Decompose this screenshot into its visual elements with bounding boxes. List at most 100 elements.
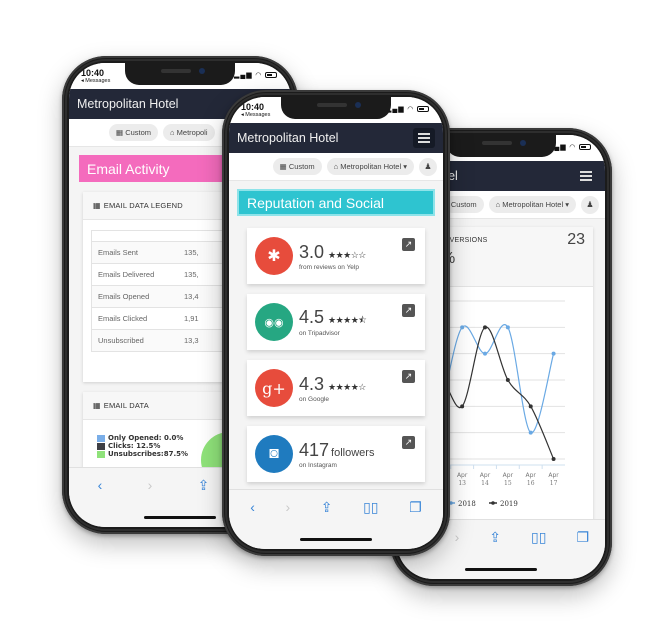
calendar-icon: ▦ xyxy=(279,162,287,171)
x-tick-label: Apr xyxy=(480,472,491,479)
review-card-tripadvisor: ◉◉ 4.5 ★★★★⯪ on Tripadvisor ↗ xyxy=(247,294,425,350)
bookmarks-icon[interactable]: ▯▯ xyxy=(531,529,546,546)
home-indicator xyxy=(144,516,216,519)
x-tick-label: 15 xyxy=(504,480,512,487)
home-indicator xyxy=(300,538,372,541)
share-icon[interactable]: ⇪ xyxy=(489,529,501,546)
hotel-select[interactable]: ⌂ Metropolitan Hotel ▾ xyxy=(488,196,576,213)
external-link-icon[interactable]: ↗ xyxy=(402,238,415,251)
app-title[interactable]: Metropolitan Hotel xyxy=(237,131,338,145)
legend-swatch xyxy=(97,442,105,450)
grid-icon: ▦ xyxy=(93,201,101,210)
home-icon: ⌂ xyxy=(333,162,339,171)
rating-score: 4.5 xyxy=(299,307,325,327)
user-icon: ♟ xyxy=(586,200,594,209)
external-link-icon[interactable]: ↗ xyxy=(402,436,415,449)
notch xyxy=(446,135,556,157)
rating-score: 3.0 xyxy=(299,241,325,262)
legend-label: 2018 xyxy=(458,500,476,508)
rating-source: on Google xyxy=(299,395,329,403)
conversion-count: 23 xyxy=(567,231,585,248)
external-link-icon[interactable]: ↗ xyxy=(402,304,415,317)
legend-marker xyxy=(491,501,495,505)
data-point-2019 xyxy=(460,404,465,409)
wifi-icon: ◠ xyxy=(569,144,577,151)
star-rating: ★★★★⯪ xyxy=(328,315,367,325)
battery-icon xyxy=(579,144,591,151)
status-time: 10:40 xyxy=(241,102,265,112)
tabs-icon[interactable]: ❐ xyxy=(409,499,422,516)
review-card-instagram: ◙ 417 followers on Instagram ↗ xyxy=(247,426,425,482)
user-icon: ♟ xyxy=(424,162,432,171)
external-link-icon[interactable]: ↗ xyxy=(402,370,415,383)
rating-score: 4.3 xyxy=(299,373,325,394)
bookmarks-icon[interactable]: ▯▯ xyxy=(363,499,378,516)
date-range-button[interactable]: ▦ Custom xyxy=(109,124,159,141)
legend-swatch xyxy=(97,434,105,442)
filter-bar: ▦ Custom ⌂ Metropolitan Hotel ▾ ♟ xyxy=(229,153,443,181)
notch xyxy=(125,63,235,85)
x-tick-label: Apr xyxy=(503,472,514,479)
x-tick-label: Apr xyxy=(526,472,537,479)
x-tick-label: Apr xyxy=(457,472,468,479)
back-to-messages[interactable]: ◂ Messages xyxy=(241,112,270,118)
data-point-2018 xyxy=(551,351,556,356)
data-point-2019 xyxy=(528,404,533,409)
hotel-select[interactable]: ⌂ Metropolitan Hotel ▾ xyxy=(326,158,414,175)
home-icon: ⌂ xyxy=(170,128,175,137)
yelp-logo-icon: ✱ xyxy=(255,237,293,275)
menu-button[interactable] xyxy=(575,166,597,186)
x-tick-label: 16 xyxy=(527,480,535,487)
wifi-icon: ◠ xyxy=(407,106,415,113)
app-title[interactable]: Metropolitan Hotel xyxy=(77,97,178,111)
x-tick-label: 13 xyxy=(458,480,466,487)
section-banner: Reputation and Social xyxy=(237,189,435,216)
user-menu-button[interactable]: ♟ xyxy=(581,195,599,214)
forward-icon[interactable]: › xyxy=(455,529,460,545)
screen: 10:40 ◂ Messages ▂▄▆ ◠ Metropolitan Hote… xyxy=(229,97,443,549)
share-icon[interactable]: ⇪ xyxy=(198,477,210,494)
x-tick-label: 17 xyxy=(550,480,558,487)
follower-unit: followers xyxy=(331,446,375,459)
data-point-2018 xyxy=(528,430,533,435)
safari-toolbar: ‹ › ⇪ ▯▯ ❐ xyxy=(229,489,443,549)
review-card-google: g+ 4.3 ★★★★☆ on Google ↗ xyxy=(247,360,425,416)
google-plus-logo-icon: g+ xyxy=(255,369,293,407)
review-card-yelp: ✱ 3.0 ★★★☆☆ from reviews on Yelp ↗ xyxy=(247,228,425,284)
menu-button[interactable] xyxy=(413,128,435,148)
back-to-messages[interactable]: ◂ Messages xyxy=(81,78,110,84)
status-icons: ▂▄▆ ◠ xyxy=(234,71,277,79)
back-icon[interactable]: ‹ xyxy=(98,477,103,493)
rating-source: from reviews on Yelp xyxy=(299,263,359,271)
x-tick-label: Apr xyxy=(548,472,559,479)
share-icon[interactable]: ⇪ xyxy=(321,499,333,516)
signal-icon: ▂▄▆ xyxy=(233,72,253,79)
user-menu-button[interactable]: ♟ xyxy=(419,157,437,176)
legend-swatch xyxy=(97,450,105,458)
back-icon[interactable]: ‹ xyxy=(250,499,255,515)
home-indicator xyxy=(465,568,537,571)
rating-source: on Tripadvisor xyxy=(299,330,340,337)
tabs-icon[interactable]: ❐ xyxy=(576,529,589,546)
star-rating: ★★★★☆ xyxy=(328,381,366,392)
tripadvisor-logo-icon: ◉◉ xyxy=(255,303,293,341)
forward-icon[interactable]: › xyxy=(148,477,153,493)
data-point-2019 xyxy=(551,457,556,461)
home-icon: ⌂ xyxy=(495,200,501,209)
status-icons: ▂▄▆ ◠ xyxy=(386,105,429,113)
x-tick-label: 14 xyxy=(481,480,489,487)
legend-label: 2019 xyxy=(500,500,518,508)
calendar-icon: ▦ xyxy=(116,128,124,137)
data-point-2018 xyxy=(483,351,487,356)
hotel-select[interactable]: ⌂ Metropoli xyxy=(163,124,215,141)
forward-icon[interactable]: › xyxy=(286,499,291,515)
notch xyxy=(281,97,391,119)
date-range-button[interactable]: ▦ Custom xyxy=(272,158,322,175)
top-navbar: Metropolitan Hotel xyxy=(229,123,443,153)
instagram-logo-icon: ◙ xyxy=(255,435,293,473)
grid-icon: ▦ xyxy=(93,401,101,410)
battery-icon xyxy=(265,72,277,79)
phone-reputation-social: 10:40 ◂ Messages ▂▄▆ ◠ Metropolitan Hote… xyxy=(222,90,450,556)
follower-count: 417 xyxy=(299,439,330,460)
data-point-2019 xyxy=(483,325,487,330)
